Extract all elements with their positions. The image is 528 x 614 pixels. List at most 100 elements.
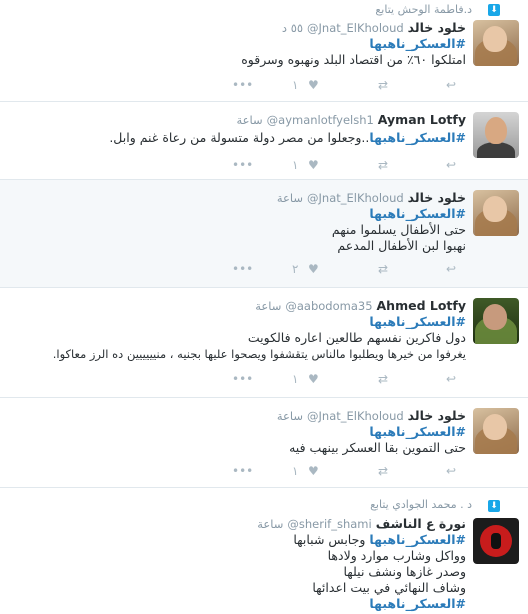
timestamp[interactable]: ساعة — [277, 409, 303, 423]
timestamp[interactable]: ساعة — [257, 517, 283, 531]
tweet-header: ساعة @aabodoma35 Ahmed Lotfy — [255, 298, 466, 313]
hashtag[interactable]: #العسكر_ناهبها — [10, 596, 466, 612]
reply-button[interactable]: ↩ — [446, 158, 456, 172]
like-button[interactable]: ♥ — [308, 262, 319, 276]
like-button[interactable]: ♥ — [308, 158, 319, 172]
reply-button[interactable]: ↩ — [446, 372, 456, 386]
avatar[interactable] — [473, 20, 519, 66]
tweet-text: #العسكر_ناهبها دول فاكرين نفسهم طالعين ا… — [4, 314, 466, 362]
tweet-header: ساعة @Jnat_ElKholoud خلود خالد — [277, 408, 466, 423]
follow-context[interactable]: د.فاطمة الوحش يتابع — [375, 3, 472, 16]
retweet-icon: ⇄ — [378, 158, 389, 172]
retweet-icon: ⇄ — [378, 78, 389, 92]
reply-icon: ↩ — [446, 372, 457, 386]
timestamp[interactable]: ساعة — [277, 191, 303, 205]
timestamp[interactable]: ساعة — [237, 113, 263, 127]
tweet[interactable]: ساعة @aymanlotfyelsh1 Ayman Lotfy #العسك… — [0, 102, 528, 180]
user-handle[interactable]: @Jnat_ElKholoud — [307, 191, 404, 205]
retweet-button[interactable]: ⇄ — [378, 158, 388, 172]
user-name[interactable]: Ayman Lotfy — [378, 112, 466, 127]
follow-context[interactable]: د . محمد الجوادي يتابع — [370, 498, 472, 511]
tweet[interactable]: ⬇ د.فاطمة الوحش يتابع ٥٥ د @Jnat_ElKholo… — [0, 0, 528, 102]
timestamp[interactable]: ٥٥ د — [282, 21, 303, 35]
avatar[interactable] — [473, 112, 519, 158]
tweet[interactable]: ساعة @aabodoma35 Ahmed Lotfy #العسكر_ناه… — [0, 288, 528, 398]
tweet[interactable]: ⬇ د . محمد الجوادي يتابع ساعة @sherif_sh… — [0, 488, 528, 614]
more-icon[interactable]: ••• — [232, 78, 253, 92]
heart-icon: ♥ — [308, 158, 319, 172]
tweet-header: ساعة @Jnat_ElKholoud خلود خالد — [277, 190, 466, 205]
tweet-line: نهبوا لبن الأطفال المدعم — [337, 238, 466, 253]
tweet-text: #العسكر_ناهبها..وجعلوا من مصر دولة متسول… — [10, 130, 466, 146]
hashtag[interactable]: #العسكر_ناهبها — [369, 130, 466, 145]
hashtag[interactable]: #العسكر_ناهبها — [4, 314, 466, 330]
reply-button[interactable]: ↩ — [446, 262, 456, 276]
tweet-line: حتى التموين بقا العسكر بينهب فيه — [289, 440, 466, 455]
tweet-line: دول فاكرين نفسهم طالعين اعاره فالكويت — [247, 330, 466, 345]
user-name[interactable]: خلود خالد — [408, 190, 466, 205]
tweet[interactable]: ساعة @Jnat_ElKholoud خلود خالد #العسكر_ن… — [0, 398, 528, 488]
heart-icon: ♥ — [308, 262, 319, 276]
reply-icon: ↩ — [446, 464, 457, 478]
like-button[interactable]: ♥ — [308, 464, 319, 478]
tweet-line: يغرفوا من خيرها ويطلبوا مالناس يتقشفوا و… — [52, 347, 466, 361]
user-name[interactable]: Ahmed Lotfy — [377, 298, 467, 313]
retweet-button[interactable]: ⇄ — [378, 78, 388, 92]
tweet-line: حتى الأطفال يسلموا منهم — [331, 222, 466, 237]
user-handle[interactable]: @sherif_shami — [287, 517, 371, 531]
user-handle[interactable]: @Jnat_ElKholoud — [307, 409, 404, 423]
avatar[interactable] — [473, 518, 519, 564]
timestamp[interactable]: ساعة — [255, 299, 281, 313]
avatar[interactable] — [473, 190, 519, 236]
hashtag[interactable]: #العسكر_ناهبها — [10, 206, 466, 222]
tweet-line: امتلكوا ٦٠٪ من اقتصاد البلد ونهبوه وسرقو… — [241, 52, 466, 67]
user-name[interactable]: خلود خالد — [408, 408, 466, 423]
more-icon[interactable]: ••• — [232, 262, 253, 276]
tweet-actions: ••• ♥ ١ ⇄ ↩ — [232, 464, 462, 478]
reply-icon: ↩ — [446, 78, 457, 92]
like-count: ١ — [292, 158, 299, 172]
tweet-header: ساعة @aymanlotfyelsh1 Ayman Lotfy — [237, 112, 467, 127]
more-icon[interactable]: ••• — [232, 372, 253, 386]
hashtag[interactable]: #العسكر_ناهبها — [369, 532, 466, 547]
tweet-actions: ••• ♥ ١ ⇄ ↩ — [232, 158, 462, 172]
tweet-text: #العسكر_ناهبها امتلكوا ٦٠٪ من اقتصاد الب… — [10, 36, 466, 68]
user-handle[interactable]: @Jnat_ElKholoud — [307, 21, 404, 35]
reply-button[interactable]: ↩ — [446, 464, 456, 478]
user-handle[interactable]: @aymanlotfyelsh1 — [267, 113, 374, 127]
tweet-header: ساعة @sherif_shami نورة ع الناشف — [257, 516, 466, 531]
user-handle[interactable]: @aabodoma35 — [285, 299, 372, 313]
reply-icon: ↩ — [446, 158, 457, 172]
tweet-actions: ••• ♥ ٢ ⇄ ↩ — [232, 262, 462, 276]
like-count: ١ — [292, 464, 299, 478]
timeline: ⬇ د.فاطمة الوحش يتابع ٥٥ د @Jnat_ElKholo… — [0, 0, 528, 614]
like-count: ٢ — [292, 262, 299, 276]
retweet-button[interactable]: ⇄ — [378, 464, 388, 478]
avatar[interactable] — [473, 298, 519, 344]
avatar[interactable] — [473, 408, 519, 454]
like-button[interactable]: ♥ — [308, 372, 319, 386]
heart-icon: ♥ — [308, 78, 319, 92]
retweet-icon: ⇄ — [378, 372, 389, 386]
more-icon[interactable]: ••• — [232, 158, 253, 172]
retweet-button[interactable]: ⇄ — [378, 262, 388, 276]
follow-context-icon: ⬇ — [488, 500, 500, 512]
hashtag[interactable]: #العسكر_ناهبها — [10, 36, 466, 52]
reply-button[interactable]: ↩ — [446, 78, 456, 92]
tweet-actions: ••• ♥ ١ ⇄ ↩ — [232, 372, 462, 386]
reply-icon: ↩ — [446, 262, 457, 276]
more-icon[interactable]: ••• — [232, 464, 253, 478]
hashtag[interactable]: #العسكر_ناهبها — [10, 424, 466, 440]
tweet-text: #العسكر_ناهبها حتى التموين بقا العسكر بي… — [10, 424, 466, 456]
tweet-text: #العسكر_ناهبها حتى الأطفال يسلموا منهم ن… — [10, 206, 466, 254]
user-name[interactable]: خلود خالد — [408, 20, 466, 35]
tweet[interactable]: ساعة @Jnat_ElKholoud خلود خالد #العسكر_ن… — [0, 180, 528, 288]
user-name[interactable]: نورة ع الناشف — [376, 516, 466, 531]
retweet-button[interactable]: ⇄ — [378, 372, 388, 386]
tweet-actions: ••• ♥ ١ ⇄ ↩ — [232, 78, 462, 92]
tweet-line: وشاف النهائي في بيت اعدائها — [312, 580, 466, 595]
heart-icon: ♥ — [308, 464, 319, 478]
like-button[interactable]: ♥ — [308, 78, 319, 92]
tweet-line: وصدر غازها ونشف نيلها — [343, 564, 466, 579]
tweet-header: ٥٥ د @Jnat_ElKholoud خلود خالد — [282, 20, 466, 35]
